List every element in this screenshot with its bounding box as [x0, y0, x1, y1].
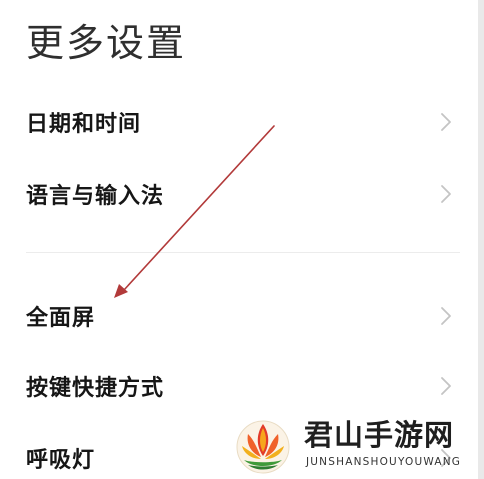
- chevron-right-icon: [441, 307, 451, 325]
- watermark-subtitle: JUNSHANSHOUYOUWANG: [306, 456, 462, 468]
- menu-item-full-screen[interactable]: 全面屏: [0, 288, 478, 344]
- menu-item-label: 语言与输入法: [26, 184, 165, 209]
- watermark: 君山手游网 JUNSHANSHOUYOUWANG: [234, 412, 472, 474]
- menu-item-label: 呼吸灯: [26, 448, 96, 473]
- lotus-logo-icon: [236, 420, 290, 474]
- watermark-title: 君山手游网: [304, 418, 455, 452]
- screen-edge: [478, 0, 484, 479]
- menu-item-language-input[interactable]: 语言与输入法: [0, 166, 478, 222]
- settings-screen: 更多设置 日期和时间 语言与输入法 全面屏 按键快捷方式 呼吸灯 君山手游网 J…: [0, 0, 484, 479]
- section-divider: [26, 252, 460, 253]
- menu-item-label: 全面屏: [26, 306, 96, 331]
- page-title: 更多设置: [26, 21, 187, 65]
- menu-item-label: 日期和时间: [26, 112, 142, 137]
- menu-item-button-shortcuts[interactable]: 按键快捷方式: [0, 358, 478, 414]
- menu-item-label: 按键快捷方式: [26, 376, 165, 401]
- menu-item-date-time[interactable]: 日期和时间: [0, 94, 478, 150]
- chevron-right-icon: [441, 185, 451, 203]
- chevron-right-icon: [441, 377, 451, 395]
- chevron-right-icon: [441, 113, 451, 131]
